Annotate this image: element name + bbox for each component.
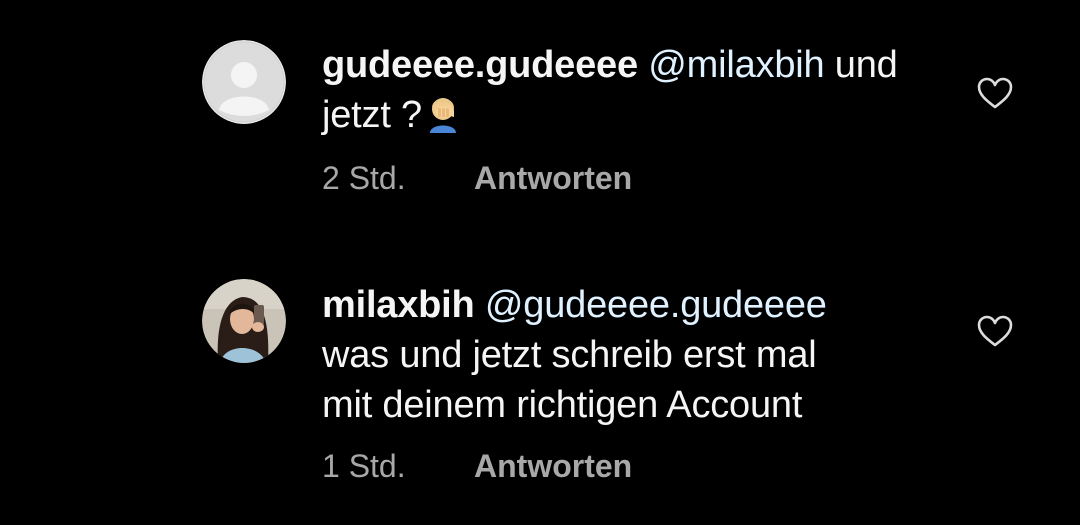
like-button[interactable] <box>976 76 1014 110</box>
comment-timestamp: 2 Std. <box>322 160 406 196</box>
default-avatar-icon <box>202 40 286 124</box>
comment-username[interactable]: milaxbih <box>322 284 475 326</box>
comment-body: milaxbih @gudeeee.gudeeee was und jetzt … <box>322 280 962 430</box>
comment-meta: 2 Std. Antworten <box>322 158 632 198</box>
comment-text: jetzt ? <box>322 94 422 136</box>
heart-outline-icon <box>977 77 1013 109</box>
comment-mention[interactable]: @milaxbih <box>648 44 824 86</box>
reply-button[interactable]: Antworten <box>474 160 632 196</box>
comment-timestamp: 1 Std. <box>322 448 406 484</box>
comment-text: und <box>834 44 898 86</box>
avatar[interactable] <box>202 279 286 363</box>
comment-text: mit deinem richtigen Account <box>322 384 803 426</box>
comment-item: milaxbih @gudeeee.gudeeee was und jetzt … <box>0 240 1080 525</box>
comment-meta: 1 Std. Antworten <box>322 446 632 486</box>
reply-button[interactable]: Antworten <box>474 448 632 484</box>
avatar[interactable] <box>202 40 286 124</box>
comment-item: gudeeee.gudeeee @milaxbih und jetzt ? 2 … <box>0 0 1080 240</box>
comment-username[interactable]: gudeeee.gudeeee <box>322 44 638 86</box>
profile-photo <box>202 279 286 363</box>
comment-mention[interactable]: @gudeeee.gudeeee <box>485 284 827 326</box>
comment-text: was und jetzt schreib erst mal <box>322 334 817 376</box>
like-button[interactable] <box>976 314 1014 348</box>
person-facepalming-icon <box>426 93 460 146</box>
comment-body: gudeeee.gudeeee @milaxbih und jetzt ? <box>322 40 962 146</box>
heart-outline-icon <box>977 315 1013 347</box>
